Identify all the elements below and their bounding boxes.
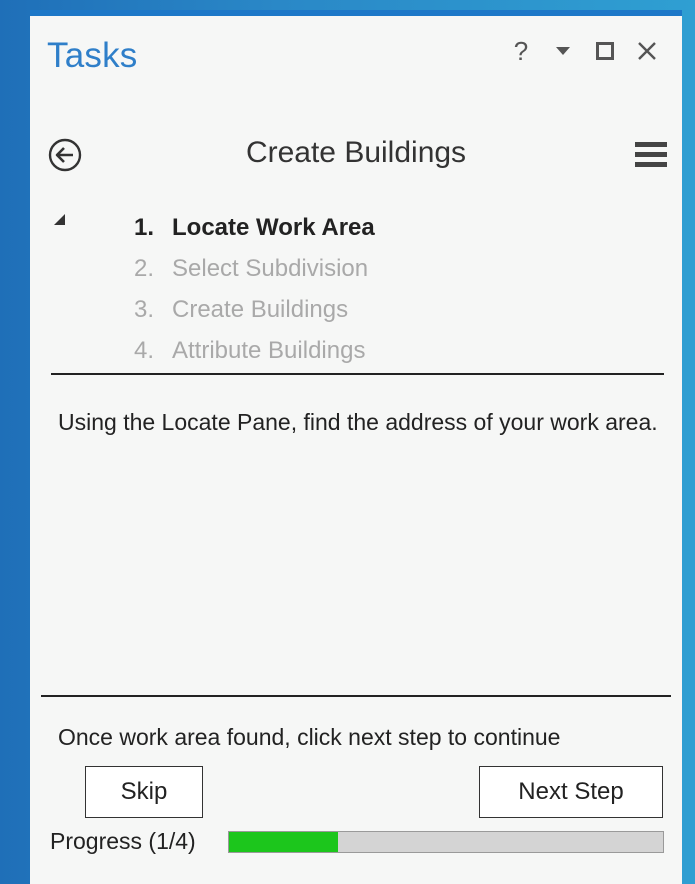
progress-bar-fill xyxy=(229,832,338,852)
help-button[interactable]: ? xyxy=(508,38,534,64)
step-number: 2. xyxy=(134,255,155,282)
task-heading: Create Buildings xyxy=(245,136,467,169)
progress-bar xyxy=(228,831,664,853)
skip-button[interactable]: Skip xyxy=(85,766,203,818)
step-label: Attribute Buildings xyxy=(172,337,366,364)
step-label: Create Buildings xyxy=(172,296,349,323)
step-instructions: Using the Locate Pane, find the address … xyxy=(58,409,658,435)
chevron-down-icon[interactable] xyxy=(550,38,576,64)
task-header: Create Buildings xyxy=(30,134,682,178)
step-item-attribute-buildings[interactable]: 4. Attribute Buildings xyxy=(134,330,375,371)
pane-title: Tasks xyxy=(47,36,138,75)
step-item-select-subdivision[interactable]: 2. Select Subdivision xyxy=(134,248,375,289)
step-number: 3. xyxy=(134,296,155,323)
collapse-triangle-icon[interactable] xyxy=(54,214,65,225)
step-list: 1. Locate Work Area 2. Select Subdivision … xyxy=(134,207,375,371)
continue-hint: Once work area found, click next step to… xyxy=(58,724,561,750)
step-label: Select Subdivision xyxy=(172,255,369,282)
next-step-button[interactable]: Next Step xyxy=(479,766,663,818)
step-number: 1. xyxy=(134,214,155,241)
window-controls: ? xyxy=(508,38,660,64)
maximize-icon[interactable] xyxy=(592,38,618,64)
step-number: 4. xyxy=(134,337,155,364)
close-icon[interactable] xyxy=(634,38,660,64)
footer-divider xyxy=(41,695,671,697)
tasks-pane: Tasks ? Create Buildings 1. Locate Work … xyxy=(30,10,682,884)
progress-label: Progress (1/4) xyxy=(50,828,196,854)
step-item-create-buildings[interactable]: 3. Create Buildings xyxy=(134,289,375,330)
step-label: Locate Work Area xyxy=(172,214,375,241)
hamburger-menu-icon[interactable] xyxy=(634,140,668,170)
step-item-locate-work-area[interactable]: 1. Locate Work Area xyxy=(134,207,375,248)
steps-divider xyxy=(51,373,664,375)
